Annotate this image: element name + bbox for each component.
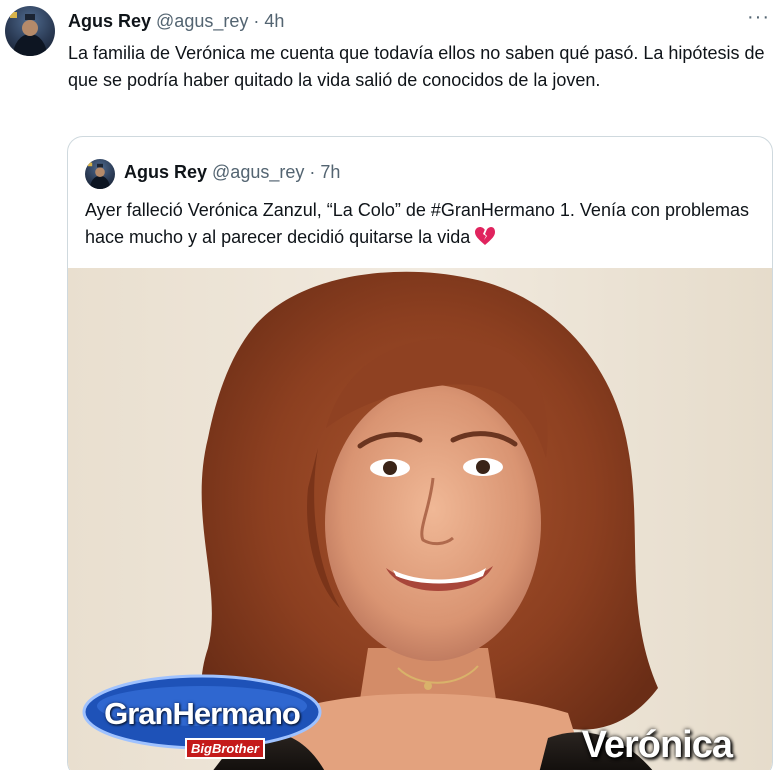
tweet-text: La familia de Verónica me cuenta que tod… [68, 43, 765, 90]
tweet-header: Agus Rey @agus_rey · 4h [68, 9, 284, 33]
tweet[interactable]: Agus Rey @agus_rey · 4h ··· La familia de… [0, 0, 780, 770]
big-brother-badge: BigBrother [185, 738, 265, 759]
quoted-tweet-text: Ayer falleció Verónica Zanzul, “La Colo”… [85, 200, 750, 247]
gran-hermano-logo: GranHermano BigBrother [82, 672, 322, 764]
separator-dot: · [248, 11, 265, 31]
quoted-tweet-header: Agus Rey @agus_rey · 7h [124, 160, 340, 184]
broken-heart-icon [474, 226, 496, 254]
quoted-author-name[interactable]: Agus Rey [124, 162, 207, 182]
author-handle[interactable]: @agus_rey [156, 11, 248, 31]
profile-avatar-icon [10, 12, 47, 56]
author-avatar[interactable] [5, 6, 55, 56]
quoted-author-handle[interactable]: @agus_rey [212, 162, 304, 182]
quoted-tweet[interactable]: Agus Rey @agus_rey · 7h Ayer falleció Ver… [67, 136, 773, 770]
profile-avatar-icon [88, 162, 111, 189]
quoted-tweet-time[interactable]: 7h [320, 162, 340, 182]
quoted-tweet-text-block: Ayer falleció Verónica Zanzul, “La Colo”… [85, 197, 765, 254]
photo-caption: Verónica [581, 724, 733, 766]
author-name[interactable]: Agus Rey [68, 11, 151, 31]
more-options-icon[interactable]: ··· [747, 6, 770, 29]
tweet-time[interactable]: 4h [264, 11, 284, 31]
separator-dot: · [304, 162, 321, 182]
quoted-author-avatar[interactable] [85, 159, 115, 189]
logo-text: GranHermano [104, 696, 301, 731]
quoted-tweet-photo[interactable]: GranHermano BigBrother Verónica [68, 268, 772, 770]
